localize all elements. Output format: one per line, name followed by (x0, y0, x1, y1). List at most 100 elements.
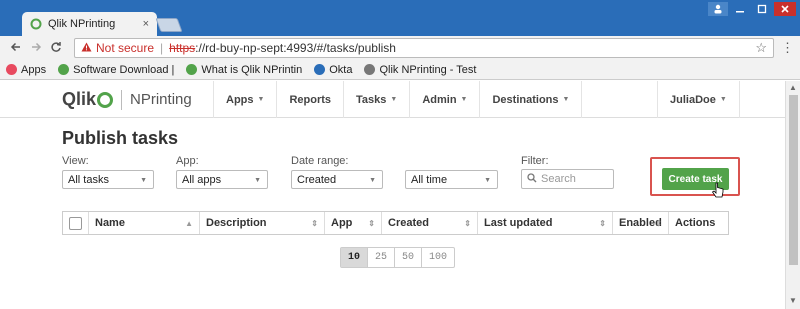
bookmark-item[interactable]: Apps (6, 64, 46, 76)
app-select-value: All apps (182, 173, 222, 186)
bookmarks-bar: Apps Software Download | What is Qlik NPri… (0, 60, 800, 80)
browser-menu-icon[interactable]: ⋮ (781, 40, 794, 56)
nav-tasks[interactable]: Tasks ▼ (343, 81, 409, 118)
bookmark-item[interactable]: Software Download | (58, 64, 174, 76)
date-period-select[interactable]: All time ▼ (405, 170, 498, 189)
new-tab-button[interactable] (155, 18, 183, 32)
bookmark-item[interactable]: What is Qlik NPrintin (186, 64, 302, 76)
browser-toolbar: Not secure | https ://rd-buy-np-sept:499… (0, 36, 800, 60)
chevron-down-icon: ▼ (369, 177, 376, 184)
col-actions-label: Actions (675, 217, 716, 229)
date-range-select[interactable]: Created ▼ (291, 170, 383, 189)
chevron-down-icon: ▼ (254, 177, 261, 184)
view-select-value: All tasks (68, 173, 109, 186)
bookmark-label: Apps (21, 63, 47, 76)
mouse-cursor-icon (712, 182, 724, 198)
user-menu[interactable]: JuliaDoe ▼ (657, 81, 740, 118)
bookmark-label: What is Qlik NPrintin (201, 63, 303, 76)
browser-tab[interactable]: Qlik NPrinting × (22, 12, 157, 36)
page-scrollbar[interactable]: ▲ ▼ (785, 81, 800, 309)
col-created[interactable]: Created ⇕ (382, 212, 478, 234)
profile-icon[interactable] (708, 2, 728, 16)
nav-reports[interactable]: Reports (276, 81, 343, 118)
reload-icon[interactable] (46, 41, 66, 56)
page-size-25[interactable]: 25 (368, 248, 395, 267)
logo-text: Qlik (62, 89, 97, 109)
date-range-value: Created (297, 173, 337, 186)
sort-icon: ⇕ (368, 218, 375, 228)
qlik-nprinting-logo[interactable]: Qlik NPrinting (62, 89, 192, 110)
search-placeholder: Search (541, 173, 576, 185)
nav-apps[interactable]: Apps ▼ (213, 81, 276, 118)
chevron-down-icon: ▼ (484, 177, 491, 184)
view-filter-label: View: (62, 155, 89, 167)
qlik-icon (186, 64, 198, 75)
nav-apps-label: Apps (226, 93, 254, 106)
maximize-icon[interactable] (752, 2, 772, 16)
nav-destinations[interactable]: Destinations ▼ (479, 81, 583, 118)
date-period-value: All time (411, 173, 448, 186)
close-window-icon[interactable] (774, 2, 796, 16)
col-name-label: Name (95, 217, 125, 229)
address-bar[interactable]: Not secure | https ://rd-buy-np-sept:499… (74, 38, 774, 58)
col-name[interactable]: Name ▲ (89, 212, 200, 234)
chevron-down-icon: ▼ (562, 96, 570, 103)
tab-close-icon[interactable]: × (143, 18, 149, 30)
browser-titlebar: Qlik NPrinting × (0, 0, 800, 36)
user-nav: JuliaDoe ▼ (657, 81, 740, 118)
col-actions: Actions (669, 212, 728, 234)
bookmark-item[interactable]: Okta (314, 64, 352, 76)
chevron-down-icon: ▼ (257, 96, 265, 103)
address-separator: | (160, 41, 164, 55)
bookmark-label: Software Download | (73, 63, 175, 76)
warning-icon (81, 42, 92, 55)
page-title: Publish tasks (62, 128, 179, 148)
bookmark-label: Okta (329, 63, 353, 76)
sort-icon: ⇕ (599, 218, 606, 228)
window-controls (708, 2, 796, 16)
select-all-cell (63, 212, 89, 234)
apps-grid-icon (6, 64, 17, 75)
col-last-updated-label: Last updated (484, 217, 553, 229)
bookmark-label: Qlik NPrinting - Test (379, 63, 477, 76)
okta-icon (314, 64, 326, 75)
chevron-down-icon: ▼ (390, 96, 398, 103)
col-last-updated[interactable]: Last updated ⇕ (478, 212, 613, 234)
col-app[interactable]: App ⇕ (325, 212, 382, 234)
chevron-down-icon: ▼ (140, 177, 147, 184)
minimize-icon[interactable] (730, 2, 750, 16)
user-name: JuliaDoe (670, 93, 716, 106)
nav-destinations-label: Destinations (492, 93, 559, 106)
page-size-100[interactable]: 100 (422, 248, 454, 267)
nav-admin[interactable]: Admin ▼ (409, 81, 479, 118)
search-icon (527, 172, 537, 186)
col-enabled[interactable]: Enabled ⇕ (613, 212, 669, 234)
nav-admin-label: Admin (422, 93, 457, 106)
date-range-label: Date range: (291, 155, 349, 167)
url-path: ://rd-buy-np-sept:4993/#/tasks/publish (195, 41, 396, 55)
col-description[interactable]: Description ⇕ (200, 212, 325, 234)
search-input[interactable]: Search (521, 169, 614, 189)
scroll-thumb[interactable] (789, 95, 798, 265)
bookmark-item[interactable]: Qlik NPrinting - Test (364, 64, 476, 76)
page-size-10[interactable]: 10 (341, 248, 368, 267)
back-icon[interactable] (6, 41, 26, 56)
tab-title: Qlik NPrinting (48, 18, 116, 30)
scroll-down-icon[interactable]: ▼ (789, 296, 797, 305)
scroll-up-icon[interactable]: ▲ (789, 83, 797, 92)
main-nav: Apps ▼ Reports Tasks ▼ Admin ▼ Destinations… (213, 81, 583, 118)
app-select[interactable]: All apps ▼ (176, 170, 268, 189)
page-size-selector: 10 25 50 100 (340, 247, 455, 268)
page-size-50[interactable]: 50 (395, 248, 422, 267)
tasks-table-header: Name ▲ Description ⇕ App ⇕ Created ⇕ Las… (62, 211, 729, 235)
col-created-label: Created (388, 217, 429, 229)
view-select[interactable]: All tasks ▼ (62, 170, 154, 189)
col-app-label: App (331, 217, 353, 229)
not-secure-label[interactable]: Not secure (96, 41, 154, 55)
select-all-checkbox[interactable] (69, 216, 82, 230)
filter-label: Filter: (521, 155, 549, 167)
qlik-icon (58, 64, 70, 75)
forward-icon[interactable] (26, 41, 46, 56)
sort-icon: ⇕ (464, 218, 471, 228)
bookmark-star-icon[interactable]: ☆ (755, 40, 767, 56)
